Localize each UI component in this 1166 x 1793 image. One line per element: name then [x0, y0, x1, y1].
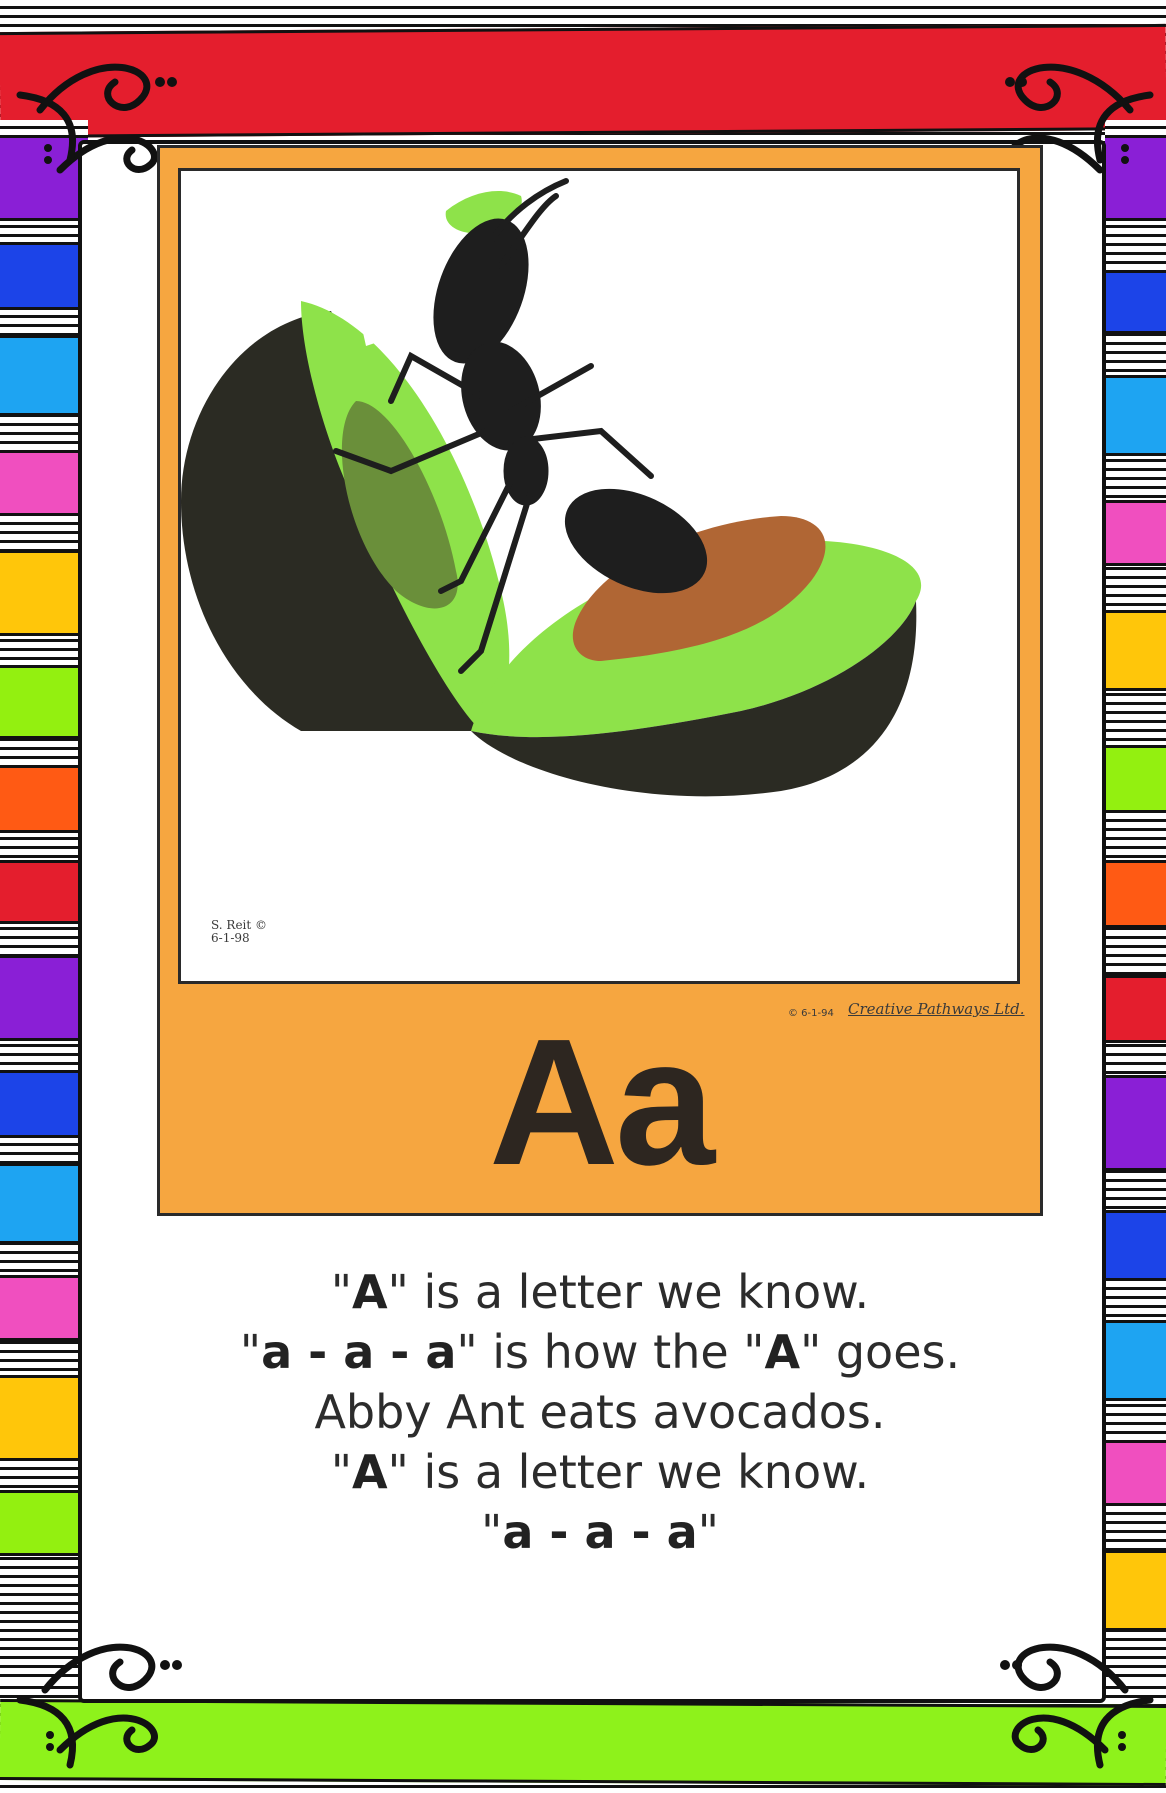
quote-mark: " — [481, 1505, 503, 1559]
quote-mark: " — [239, 1325, 262, 1379]
quote-mark: " — [387, 1265, 409, 1319]
ant-avocado-illustration — [181, 178, 922, 797]
rhyme-line-5: "a - a - a" — [160, 1502, 1040, 1562]
quote-mark: " — [697, 1505, 719, 1559]
bold-sound: a - a - a — [261, 1325, 457, 1379]
bold-letter: A — [352, 1265, 388, 1319]
rhyme-line-4: "A" is a letter we know. — [160, 1442, 1040, 1502]
poster-letter: Aa — [488, 1002, 715, 1203]
letter-poster: S. Reit © 6-1-98 © 6-1-94 Creative Pathw… — [157, 145, 1043, 1216]
rhyme-line-1: "A" is a letter we know. — [160, 1262, 1040, 1322]
rhyme-line-3: Abby Ant eats avocados. — [314, 1385, 886, 1439]
artist-signature: S. Reit © 6-1-98 — [211, 918, 268, 945]
swirl-corner-icon — [16, 63, 158, 174]
rhyme-text-segment: is a letter we know. — [408, 1265, 870, 1319]
rhyme-text: "A" is a letter we know. "a - a - a" is … — [160, 1262, 1040, 1562]
rhyme-text-segment: is how the — [477, 1325, 744, 1379]
quote-mark: " — [456, 1325, 478, 1379]
quote-mark: " — [800, 1325, 822, 1379]
alphabet-card: S. Reit © 6-1-98 © 6-1-94 Creative Pathw… — [0, 0, 1166, 1793]
swirl-corner-icon — [16, 1643, 158, 1769]
quote-mark: " — [330, 1445, 353, 1499]
bold-sound: a - a - a — [502, 1505, 698, 1559]
quote-mark: " — [743, 1325, 765, 1379]
avocado-illustration — [181, 191, 922, 797]
swirl-corner-icon — [1011, 1643, 1154, 1769]
quote-mark: " — [387, 1445, 409, 1499]
quote-mark: " — [330, 1265, 353, 1319]
rhyme-text-segment: is a letter we know. — [408, 1445, 870, 1499]
rhyme-text-segment: goes. — [821, 1325, 961, 1379]
rhyme-line-2: "a - a - a" is how the "A" goes. — [160, 1322, 1040, 1382]
bold-letter: A — [764, 1325, 801, 1379]
bold-letter: A — [352, 1445, 388, 1499]
illustration-panel: S. Reit © 6-1-98 — [178, 168, 1020, 984]
